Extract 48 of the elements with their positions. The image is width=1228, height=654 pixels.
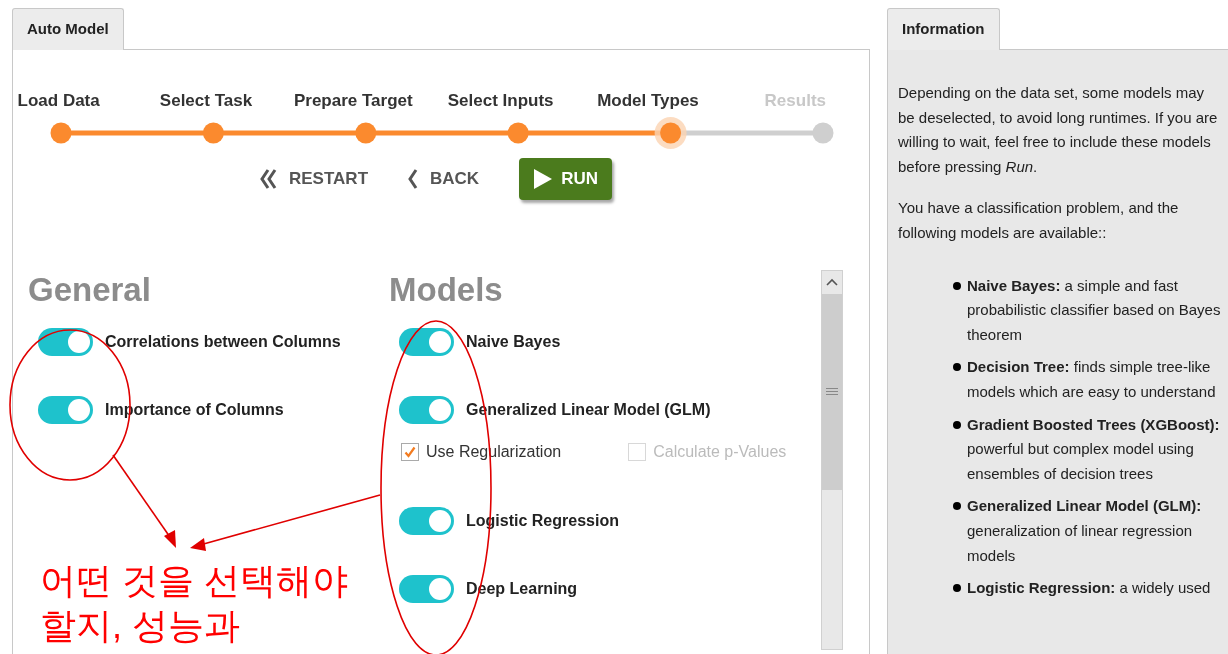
checkbox-option: Calculate p-Values (628, 439, 787, 464)
step-dot[interactable] (812, 122, 834, 143)
tab[interactable]: Auto Model (12, 8, 124, 50)
double-chevron-left-icon (260, 168, 277, 189)
model-description: Decision Tree: finds simple tree-like models which are easy to understand (967, 357, 1217, 402)
step-dot[interactable] (202, 122, 224, 143)
toggle-switch[interactable] (399, 395, 454, 424)
model-description: Logistic Regression: a widely used (967, 578, 1212, 599)
step-label[interactable]: Load Data (13, 88, 133, 114)
step-dot[interactable] (507, 122, 529, 143)
scrollbar[interactable] (821, 269, 843, 650)
model-description: Gradient Boosted Trees (XGBoost): powerful but complex model using ensembles of decision trees (967, 414, 1221, 484)
toggle-switch[interactable] (38, 327, 93, 356)
info-paragraph: Depending on the data set, some models may be deselected, to avoid long runtimes. If you are willing to wait, feel free to include these models before pressing Run. (898, 83, 1219, 177)
info-paragraph: You have a classification problem, and the following models are available:: (898, 198, 1180, 243)
bullet-icon (953, 363, 961, 372)
step-label[interactable]: Select Inputs (427, 88, 575, 114)
step-label[interactable]: Prepare Target (279, 88, 427, 114)
model-description: Naive Bayes: a simple and fast probabilistic classifier based on Bayes theorem (967, 275, 1222, 345)
section-heading: General (28, 269, 152, 310)
back-button[interactable]: BACK (408, 157, 480, 200)
step-dot[interactable] (355, 122, 377, 143)
section-heading: Models (389, 269, 504, 310)
toggle-switch[interactable] (399, 327, 454, 356)
step-label[interactable]: Model Types (574, 88, 722, 114)
tab[interactable]: Information (887, 8, 1000, 50)
scrollbar-thumb[interactable] (822, 293, 842, 490)
scroll-up-icon[interactable] (825, 276, 839, 287)
toggle-label: Naive Bayes (466, 331, 561, 352)
restart-button[interactable]: RESTART (260, 157, 368, 200)
bullet-icon (953, 584, 961, 593)
toggle-switch[interactable] (399, 506, 454, 535)
toggle-switch[interactable] (38, 395, 93, 424)
step-dot[interactable] (654, 116, 687, 149)
bullet-icon (953, 502, 961, 511)
checkbox[interactable] (401, 442, 419, 461)
run-button[interactable]: RUN (519, 157, 612, 200)
annotation-text: 어떤 것을 선택해야 할지, 성능과 (40, 559, 349, 648)
model-description: Generalized Linear Model (GLM): generalization of linear regression models (967, 496, 1203, 566)
play-icon (533, 167, 554, 190)
toggle-label: Correlations between Columns (105, 331, 341, 352)
step-label[interactable]: Select Task (132, 88, 280, 114)
toggle-switch[interactable] (399, 574, 454, 603)
bullet-icon (953, 281, 961, 290)
chevron-left-icon (408, 168, 418, 189)
step-dot[interactable] (50, 122, 72, 143)
check-icon (404, 445, 416, 458)
bullet-icon (953, 420, 961, 429)
